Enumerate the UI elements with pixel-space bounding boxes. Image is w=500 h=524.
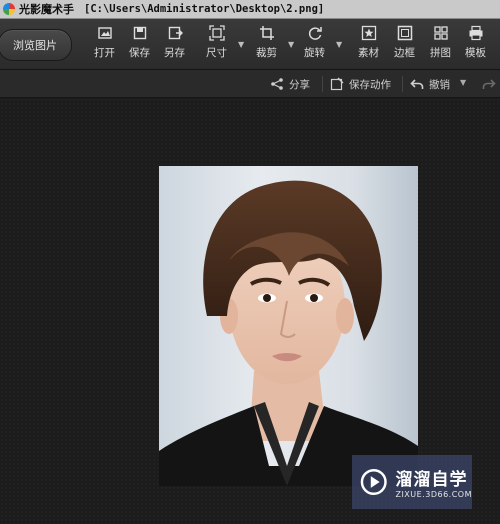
app-title: 光影魔术手	[19, 3, 74, 16]
title-bar: 光影魔术手 [C:\Users\Administrator\Desktop\2.…	[0, 0, 500, 19]
frame-label: 边框	[394, 47, 415, 59]
save-action-label: 保存动作	[349, 78, 391, 91]
material-label: 素材	[358, 47, 379, 59]
watermark-name: 溜溜自学	[395, 470, 468, 490]
crop-label: 裁剪	[256, 47, 277, 59]
portrait-image	[159, 180, 418, 486]
frame-icon	[397, 25, 412, 41]
crop-dropdown-arrow-icon[interactable]: ▼	[288, 40, 294, 49]
browse-images-button[interactable]: 浏览图片	[0, 29, 72, 61]
save-as-label: 另存	[164, 47, 185, 59]
resize-label: 尺寸	[206, 47, 227, 59]
watermark-overlay: 溜溜自学 ZIXUE.3D66.COM	[352, 455, 472, 509]
undo-icon	[410, 79, 424, 89]
undo-dropdown-arrow-icon[interactable]: ▼	[460, 78, 466, 87]
app-logo-icon	[3, 3, 15, 15]
template-button[interactable]: 模板	[465, 25, 486, 65]
divider	[402, 76, 403, 92]
open-button[interactable]: 打开	[94, 25, 115, 65]
redo-icon[interactable]	[482, 77, 496, 91]
material-star-icon	[361, 25, 376, 41]
watermark-url: ZIXUE.3D66.COM	[395, 490, 472, 499]
resize-icon	[208, 25, 225, 41]
play-logo-icon	[360, 469, 387, 495]
main-toolbar: 浏览图片 打开 保存 另存 尺寸 ▼ 裁剪 ▼ 旋转 ▼ 素材 边框 拼图 模板	[0, 19, 500, 70]
save-as-button[interactable]: 另存	[164, 25, 185, 65]
resize-button[interactable]: 尺寸	[206, 25, 227, 65]
save-icon	[133, 26, 146, 40]
share-label: 分享	[289, 78, 310, 91]
collage-icon	[433, 26, 448, 40]
action-bar: 分享 保存动作 撤销 ▼	[0, 70, 500, 98]
template-printer-icon	[469, 25, 482, 41]
rotate-button[interactable]: 旋转	[304, 25, 325, 65]
open-image-icon	[97, 27, 112, 39]
save-as-icon	[168, 26, 183, 40]
divider	[322, 76, 323, 92]
save-action-icon	[330, 77, 344, 91]
crop-icon	[259, 26, 274, 40]
open-label: 打开	[94, 47, 115, 59]
collage-label: 拼图	[430, 47, 451, 59]
file-path: [C:\Users\Administrator\Desktop\2.png]	[84, 3, 325, 15]
save-button[interactable]: 保存	[129, 25, 150, 65]
collage-button[interactable]: 拼图	[430, 25, 451, 65]
rotate-dropdown-arrow-icon[interactable]: ▼	[336, 40, 342, 49]
share-button[interactable]: 分享	[270, 76, 310, 92]
rotate-label: 旋转	[304, 47, 325, 59]
share-icon	[271, 78, 283, 90]
save-action-button[interactable]: 保存动作	[330, 76, 391, 92]
edited-photo[interactable]	[159, 166, 418, 486]
undo-label: 撤销	[429, 78, 450, 91]
resize-dropdown-arrow-icon[interactable]: ▼	[238, 40, 244, 49]
crop-button[interactable]: 裁剪	[256, 25, 277, 65]
save-label: 保存	[129, 47, 150, 59]
rotate-icon	[308, 27, 322, 40]
material-button[interactable]: 素材	[358, 25, 379, 65]
frame-button[interactable]: 边框	[394, 25, 415, 65]
template-label: 模板	[465, 47, 486, 59]
undo-button[interactable]: 撤销	[410, 76, 450, 92]
